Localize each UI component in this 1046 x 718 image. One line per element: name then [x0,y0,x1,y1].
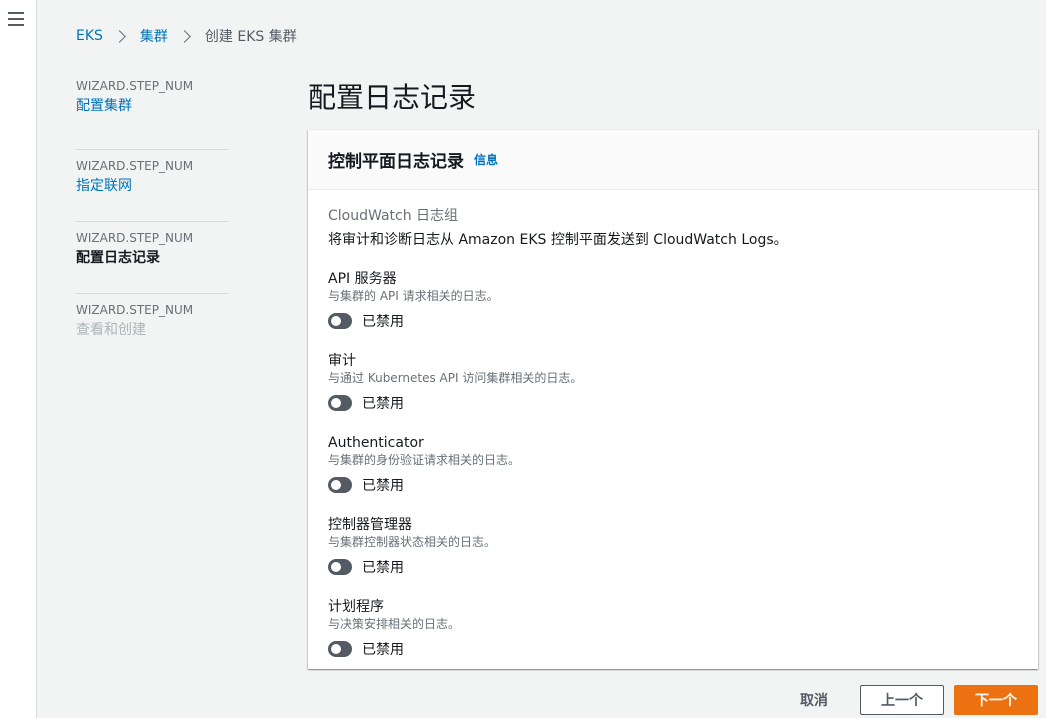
breadcrumb: EKS 集群 创建 EKS 集群 [76,26,297,46]
cancel-button[interactable]: 取消 [800,690,828,710]
log-description: 与决策安排相关的日志。 [328,617,461,631]
audit-toggle[interactable] [328,395,352,411]
log-item-controller-manager: 控制器管理器 与集群控制器状态相关的日志。 已禁用 [328,516,1018,578]
step-configure-cluster-link[interactable]: 配置集群 [76,96,228,116]
breadcrumb-eks[interactable]: EKS [76,28,103,44]
toggle-status: 已禁用 [362,560,404,576]
info-link[interactable]: 信息 [474,151,498,168]
log-item-audit: 审计 与通过 Kubernetes API 访问集群相关的日志。 已禁用 [328,352,1018,414]
log-description: 与集群的 API 请求相关的日志。 [328,289,499,303]
previous-button[interactable]: 上一个 [860,685,944,715]
api-server-toggle[interactable] [328,313,352,329]
log-title: 控制器管理器 [328,517,412,533]
wizard-step-1: WIZARD.STEP_NUM 配置集群 [76,78,228,150]
panel-body: CloudWatch 日志组 将审计和诊断日志从 Amazon EKS 控制平面… [308,190,1038,660]
log-title: 计划程序 [328,599,384,615]
control-plane-logging-panel: 控制平面日志记录 信息 CloudWatch 日志组 将审计和诊断日志从 Ama… [308,129,1038,669]
breadcrumb-current: 创建 EKS 集群 [204,29,297,45]
log-item-authenticator: Authenticator 与集群的身份验证请求相关的日志。 已禁用 [328,434,1018,496]
step-number: WIZARD.STEP_NUM [76,231,194,245]
step-number: WIZARD.STEP_NUM [76,159,194,173]
step-review-create: 查看和创建 [76,322,146,338]
log-group-label: CloudWatch 日志组 [328,208,459,224]
log-description: 与集群的身份验证请求相关的日志。 [328,453,521,467]
toggle-knob [331,562,341,572]
wizard-steps: WIZARD.STEP_NUM 配置集群 WIZARD.STEP_NUM 指定联… [76,78,228,366]
toggle-status: 已禁用 [362,642,404,658]
log-description: 与集群控制器状态相关的日志。 [328,535,497,549]
toggle-status: 已禁用 [362,396,404,412]
navigation-rail [0,0,37,718]
panel-header: 控制平面日志记录 信息 [308,130,1038,190]
breadcrumb-clusters[interactable]: 集群 [140,26,168,46]
toggle-knob [331,644,341,654]
panel-title: 控制平面日志记录 [328,152,464,172]
toggle-knob [331,316,341,326]
toggle-knob [331,480,341,490]
wizard-step-4: WIZARD.STEP_NUM 查看和创建 [76,294,228,366]
menu-icon[interactable] [8,12,24,26]
authenticator-toggle[interactable] [328,477,352,493]
next-button[interactable]: 下一个 [954,685,1038,715]
toggle-row: 已禁用 [328,638,1018,660]
toggle-row: 已禁用 [328,474,1018,496]
chevron-right-icon [113,29,126,43]
toggle-status: 已禁用 [362,478,404,494]
log-description: 与通过 Kubernetes API 访问集群相关的日志。 [328,371,583,385]
log-item-scheduler: 计划程序 与决策安排相关的日志。 已禁用 [328,598,1018,660]
log-title: 审计 [328,353,356,369]
toggle-knob [331,398,341,408]
log-group-description: 将审计和诊断日志从 Amazon EKS 控制平面发送到 CloudWatch … [328,232,788,248]
wizard-step-3: WIZARD.STEP_NUM 配置日志记录 [76,222,228,294]
wizard-step-2: WIZARD.STEP_NUM 指定联网 [76,150,228,222]
step-networking-link[interactable]: 指定联网 [76,176,228,196]
toggle-status: 已禁用 [362,314,404,330]
log-title: API 服务器 [328,271,397,287]
wizard-footer: 取消 上一个 下一个 [800,685,1038,715]
log-title: Authenticator [328,435,424,451]
step-logging-current: 配置日志记录 [76,250,160,266]
step-number: WIZARD.STEP_NUM [76,79,194,93]
scheduler-toggle[interactable] [328,641,352,657]
toggle-row: 已禁用 [328,310,1018,332]
chevron-right-icon [178,29,191,43]
page-title: 配置日志记录 [308,81,477,114]
controller-manager-toggle[interactable] [328,559,352,575]
step-number: WIZARD.STEP_NUM [76,303,194,317]
log-item-api-server: API 服务器 与集群的 API 请求相关的日志。 已禁用 [328,270,1018,332]
toggle-row: 已禁用 [328,392,1018,414]
toggle-row: 已禁用 [328,556,1018,578]
